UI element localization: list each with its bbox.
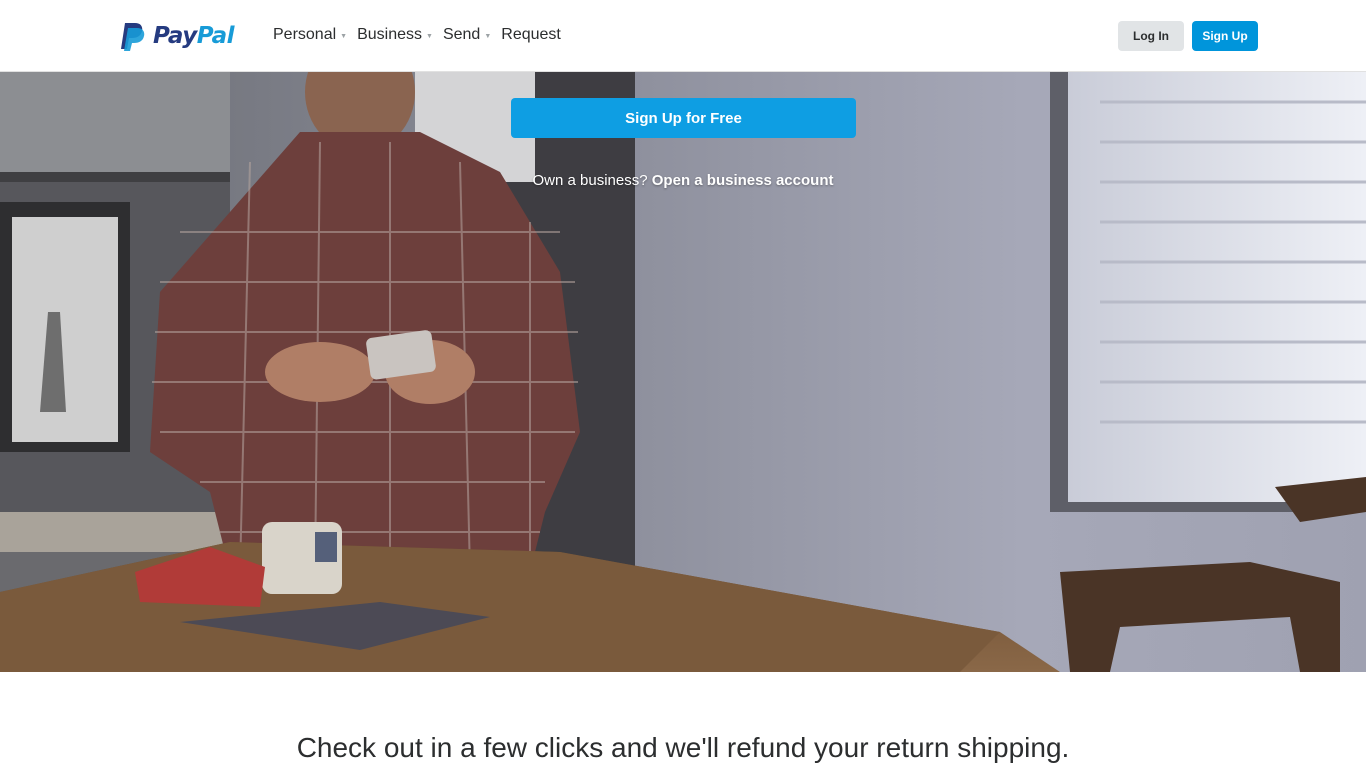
chevron-down-icon: ▼	[426, 32, 433, 40]
paypal-logo[interactable]: PayPal	[119, 20, 235, 52]
nav-request[interactable]: Request	[501, 26, 561, 44]
nav-send[interactable]: Send ▼	[443, 26, 491, 44]
section-headline: Check out in a few clicks and we'll refu…	[296, 732, 1070, 763]
hero-section: Sign Up for Free Own a business? Open a …	[0, 72, 1366, 672]
paypal-wordmark: PayPal	[153, 23, 235, 49]
nav-label: Request	[501, 26, 561, 43]
open-business-account-link[interactable]: Open a business account	[652, 172, 834, 189]
nav-label: Business	[357, 26, 423, 43]
business-prompt: Own a business? Open a business account	[0, 172, 1366, 189]
login-button[interactable]: Log In	[1118, 21, 1184, 51]
chevron-down-icon: ▼	[484, 32, 492, 40]
hero-photo	[0, 72, 1366, 672]
business-prompt-text: Own a business?	[532, 172, 648, 189]
nav-label: Personal	[273, 26, 337, 43]
site-header: PayPal Personal ▼ Business ▼ Send ▼ Requ…	[0, 0, 1366, 72]
signup-free-button[interactable]: Sign Up for Free	[511, 98, 856, 138]
signup-button[interactable]: Sign Up	[1192, 21, 1258, 51]
nav-label: Send	[442, 26, 481, 43]
main-nav: Personal ▼ Business ▼ Send ▼ Request	[273, 26, 571, 44]
nav-personal[interactable]: Personal ▼	[273, 26, 347, 44]
chevron-down-icon: ▼	[340, 32, 348, 40]
nav-business[interactable]: Business ▼	[357, 26, 433, 44]
paypal-logo-icon	[121, 23, 145, 51]
